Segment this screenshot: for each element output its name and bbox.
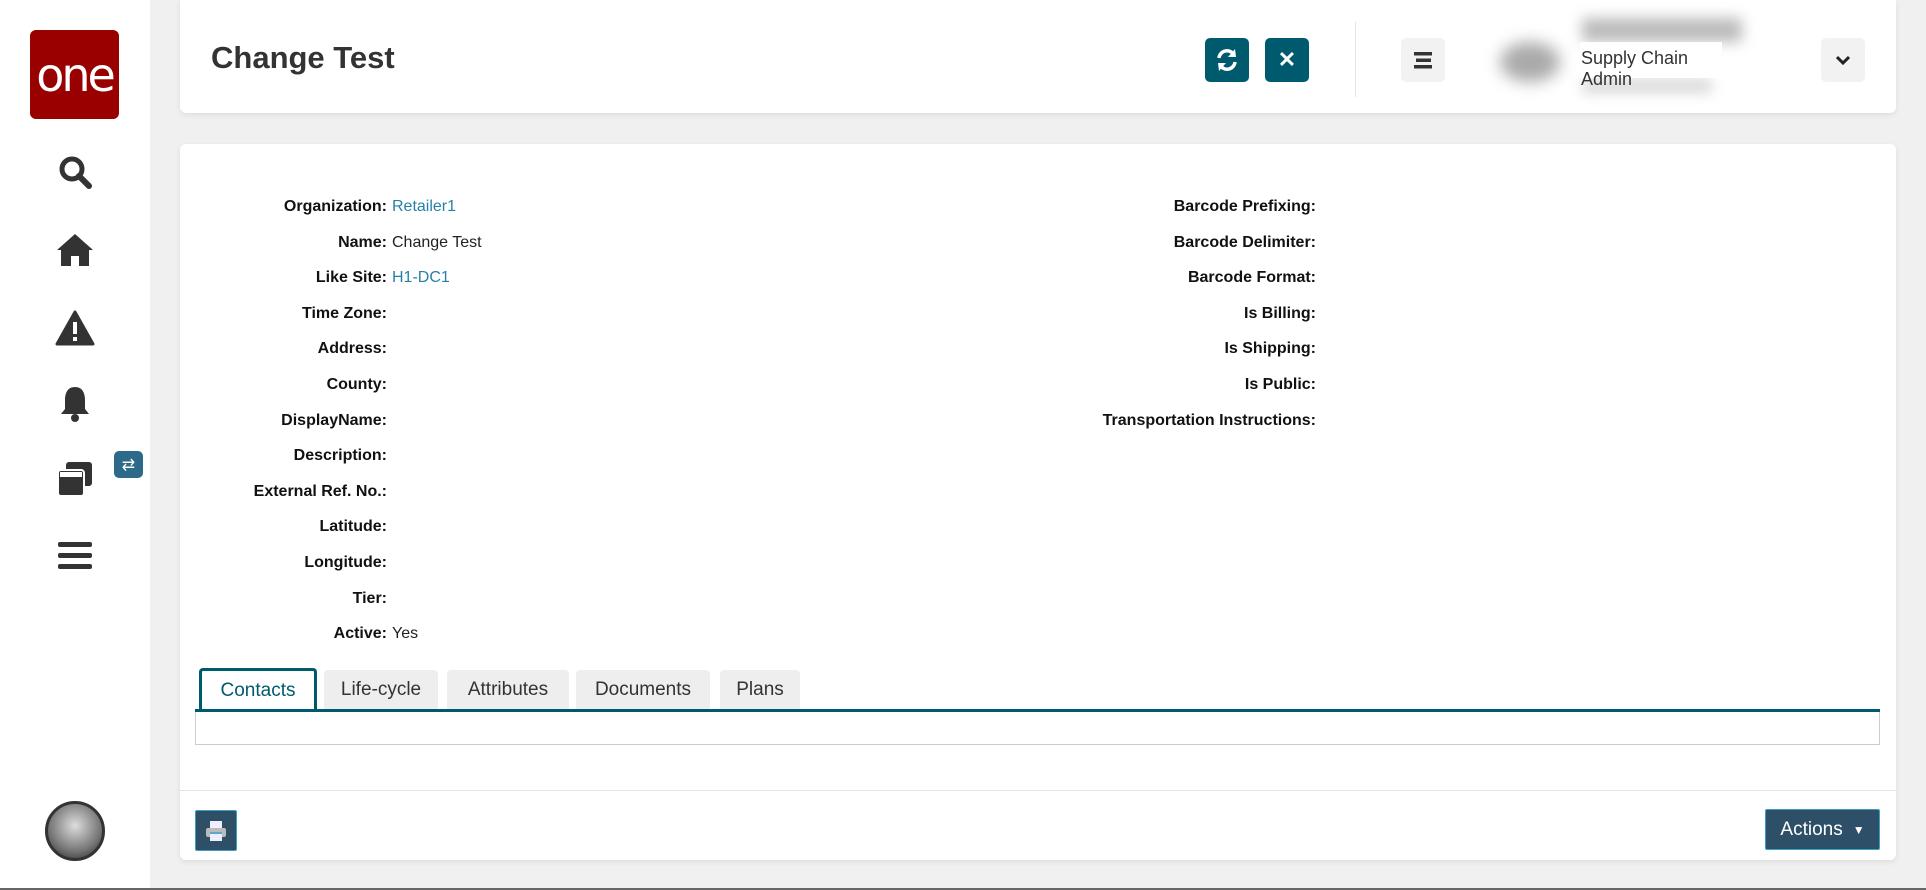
tab-life-cycle[interactable]: Life-cycle bbox=[324, 670, 438, 710]
logo-text: one bbox=[36, 47, 116, 102]
warning-icon[interactable] bbox=[55, 308, 95, 348]
field-label: Longitude: bbox=[304, 554, 387, 571]
blurred-avatar bbox=[1500, 42, 1560, 82]
field-label: Barcode Format: bbox=[1187, 269, 1316, 287]
swap-icon[interactable]: ⇄ bbox=[114, 451, 143, 478]
field-label: Is Shipping: bbox=[1224, 340, 1316, 358]
tab-contacts[interactable]: Contacts bbox=[199, 668, 317, 711]
page-title: Change Test bbox=[211, 40, 395, 75]
detail-row: Description: bbox=[180, 444, 392, 468]
actions-label: Actions bbox=[1780, 818, 1843, 840]
detail-row: Is Billing: bbox=[180, 302, 1321, 326]
detail-row: Active: Yes bbox=[180, 622, 418, 646]
user-dropdown-button[interactable] bbox=[1821, 38, 1865, 82]
site-details-card: Organization: Retailer1 Name: Change Test Li… bbox=[180, 144, 1896, 860]
search-icon[interactable] bbox=[55, 152, 95, 192]
detail-row: Transportation Instructions: bbox=[180, 409, 1321, 433]
footer-divider bbox=[180, 790, 1896, 791]
home-icon[interactable] bbox=[55, 230, 95, 270]
divider bbox=[1355, 22, 1356, 97]
user-role: Supply Chain Admin bbox=[1580, 42, 1722, 89]
chevron-down-icon bbox=[1836, 55, 1850, 65]
close-button[interactable]: ✕ bbox=[1265, 38, 1309, 82]
tab-plans[interactable]: Plans bbox=[720, 670, 800, 710]
detail-row: Longitude: bbox=[180, 551, 392, 575]
close-icon: ✕ bbox=[1277, 47, 1297, 72]
menu-icon[interactable] bbox=[55, 535, 95, 575]
tab-attributes[interactable]: Attributes bbox=[447, 670, 569, 710]
refresh-button[interactable] bbox=[1205, 38, 1249, 82]
menu-button[interactable] bbox=[1401, 38, 1445, 82]
field-label: Transportation Instructions: bbox=[1102, 411, 1316, 429]
bell-icon[interactable] bbox=[55, 383, 95, 423]
caret-down-icon: ▼ bbox=[1852, 822, 1865, 837]
field-label: External Ref. No.: bbox=[253, 482, 387, 500]
detail-row: Barcode Format: bbox=[180, 266, 1321, 290]
blurred-username bbox=[1582, 18, 1742, 42]
field-label: Description: bbox=[293, 447, 387, 465]
field-label: Barcode Delimiter: bbox=[1173, 233, 1316, 251]
one-logo[interactable]: one bbox=[30, 30, 119, 119]
detail-row: Is Shipping: bbox=[180, 337, 1321, 361]
field-label: Tier: bbox=[352, 589, 387, 607]
user-avatar[interactable] bbox=[45, 801, 105, 861]
print-button[interactable] bbox=[195, 810, 237, 851]
tab-content bbox=[195, 712, 1880, 745]
field-label: Barcode Prefixing: bbox=[1173, 198, 1316, 215]
detail-row: Barcode Prefixing: bbox=[180, 195, 1321, 219]
tab-documents[interactable]: Documents bbox=[576, 670, 710, 710]
list-icon bbox=[1414, 52, 1432, 69]
field-value: Yes bbox=[392, 625, 419, 643]
field-label: Active: bbox=[333, 625, 387, 643]
detail-row: Tier: bbox=[180, 587, 392, 611]
sidebar: one ⇄ bbox=[0, 0, 150, 888]
page-header: Change Test ✕ Supply Chain Admin bbox=[180, 0, 1896, 113]
refresh-icon bbox=[1217, 49, 1237, 71]
windows-icon[interactable] bbox=[55, 459, 95, 499]
field-label: Latitude: bbox=[319, 518, 387, 536]
field-label: Is Public: bbox=[1244, 376, 1316, 393]
printer-icon bbox=[206, 820, 226, 841]
field-label: Is Billing: bbox=[1244, 304, 1316, 322]
detail-row: External Ref. No.: bbox=[180, 480, 392, 504]
actions-button[interactable]: Actions ▼ bbox=[1765, 809, 1880, 850]
detail-row: Latitude: bbox=[180, 515, 392, 539]
detail-row: Barcode Delimiter: bbox=[180, 231, 1321, 255]
detail-row: Is Public: bbox=[180, 373, 1321, 397]
